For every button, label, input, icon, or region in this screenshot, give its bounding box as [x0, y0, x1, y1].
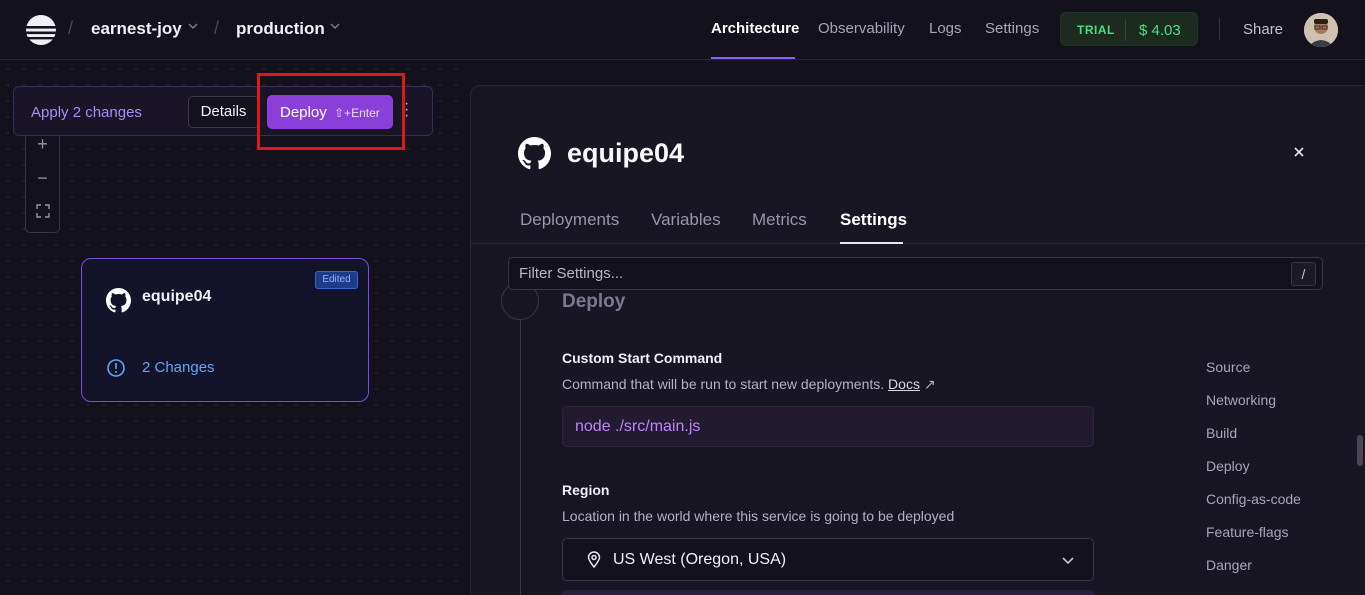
external-link-icon: ↗ — [923, 376, 936, 392]
nav-active-underline — [711, 57, 795, 59]
start-command-desc: Command that will be run to start new de… — [562, 376, 936, 392]
tab-deployments[interactable]: Deployments — [520, 210, 619, 230]
info-icon — [107, 359, 125, 377]
filter-settings-input[interactable] — [508, 257, 1323, 290]
chevron-down-icon[interactable] — [329, 20, 341, 34]
side-nav-source[interactable]: Source — [1206, 359, 1250, 375]
deploy-shortcut: ⇧+Enter — [334, 106, 380, 120]
top-bar: / earnest-joy / production Architecture … — [0, 0, 1365, 60]
apply-changes-bar: Apply 2 changes Details Deploy ⇧+Enter ·… — [13, 86, 433, 136]
apply-changes-text: Apply 2 changes — [31, 104, 142, 121]
docs-link[interactable]: Docs — [888, 376, 920, 392]
side-nav-networking[interactable]: Networking — [1206, 392, 1276, 408]
nav-settings[interactable]: Settings — [985, 20, 1039, 37]
railway-logo-icon[interactable] — [24, 13, 58, 47]
tab-variables[interactable]: Variables — [651, 210, 721, 230]
tab-active-underline — [840, 242, 903, 244]
github-icon — [106, 288, 131, 313]
nav-logs[interactable]: Logs — [929, 20, 962, 37]
chevron-down-icon[interactable] — [187, 20, 199, 34]
tab-divider — [471, 243, 1365, 244]
nav-observability[interactable]: Observability — [818, 20, 905, 37]
side-nav-deploy[interactable]: Deploy — [1206, 458, 1250, 474]
divider — [1219, 18, 1220, 40]
service-panel: equipe04 Deployments Variables Metrics S… — [470, 85, 1365, 595]
chevron-down-icon — [1062, 557, 1074, 565]
close-icon[interactable] — [1292, 142, 1306, 165]
section-timeline — [520, 311, 521, 595]
map-pin-icon — [587, 551, 601, 569]
service-name: equipe04 — [142, 288, 212, 305]
filter-shortcut: / — [1291, 262, 1316, 286]
side-nav-danger[interactable]: Danger — [1206, 557, 1252, 573]
tab-settings[interactable]: Settings — [840, 210, 907, 230]
region-value: US West (Oregon, USA) — [613, 551, 787, 568]
nav-architecture[interactable]: Architecture — [711, 20, 799, 37]
side-nav-config-as-code[interactable]: Config-as-code — [1206, 491, 1301, 507]
region-select[interactable]: US West (Oregon, USA) — [562, 538, 1094, 581]
zoom-in-button[interactable]: + — [26, 134, 59, 155]
trial-label: TRIAL — [1077, 23, 1115, 37]
fullscreen-icon[interactable] — [26, 204, 59, 221]
share-button[interactable]: Share — [1243, 21, 1283, 38]
start-command-label: Custom Start Command — [562, 350, 723, 366]
environment-name[interactable]: production — [236, 19, 325, 39]
start-command-input[interactable] — [562, 406, 1094, 447]
service-card[interactable]: equipe04 Edited 2 Changes — [81, 258, 369, 402]
next-field-strip — [562, 590, 1094, 595]
breadcrumb-separator: / — [214, 18, 220, 38]
credit-amount: $ 4.03 — [1139, 22, 1181, 39]
github-icon — [518, 137, 551, 170]
details-button[interactable]: Details — [188, 96, 259, 128]
breadcrumb-separator: / — [68, 18, 74, 38]
trial-credit-badge[interactable]: TRIAL $ 4.03 — [1060, 12, 1198, 46]
deploy-label: Deploy — [280, 104, 327, 121]
changes-count[interactable]: 2 Changes — [142, 359, 215, 376]
deploy-button[interactable]: Deploy ⇧+Enter — [267, 95, 393, 129]
scrollbar-thumb[interactable] — [1357, 435, 1363, 466]
kebab-menu-icon[interactable]: · · · — [404, 96, 409, 124]
zoom-out-button[interactable]: − — [26, 168, 59, 189]
divider — [1125, 19, 1126, 41]
edited-badge: Edited — [315, 271, 358, 289]
side-nav-feature-flags[interactable]: Feature-flags — [1206, 524, 1288, 540]
region-label: Region — [562, 482, 610, 498]
panel-title: equipe04 — [567, 138, 685, 168]
avatar[interactable] — [1304, 13, 1338, 47]
zoom-controls: + − — [25, 130, 60, 233]
section-heading: Deploy — [562, 291, 626, 312]
tab-metrics[interactable]: Metrics — [752, 210, 807, 230]
side-nav-build[interactable]: Build — [1206, 425, 1237, 441]
project-name[interactable]: earnest-joy — [91, 19, 182, 39]
region-desc: Location in the world where this service… — [562, 508, 955, 524]
